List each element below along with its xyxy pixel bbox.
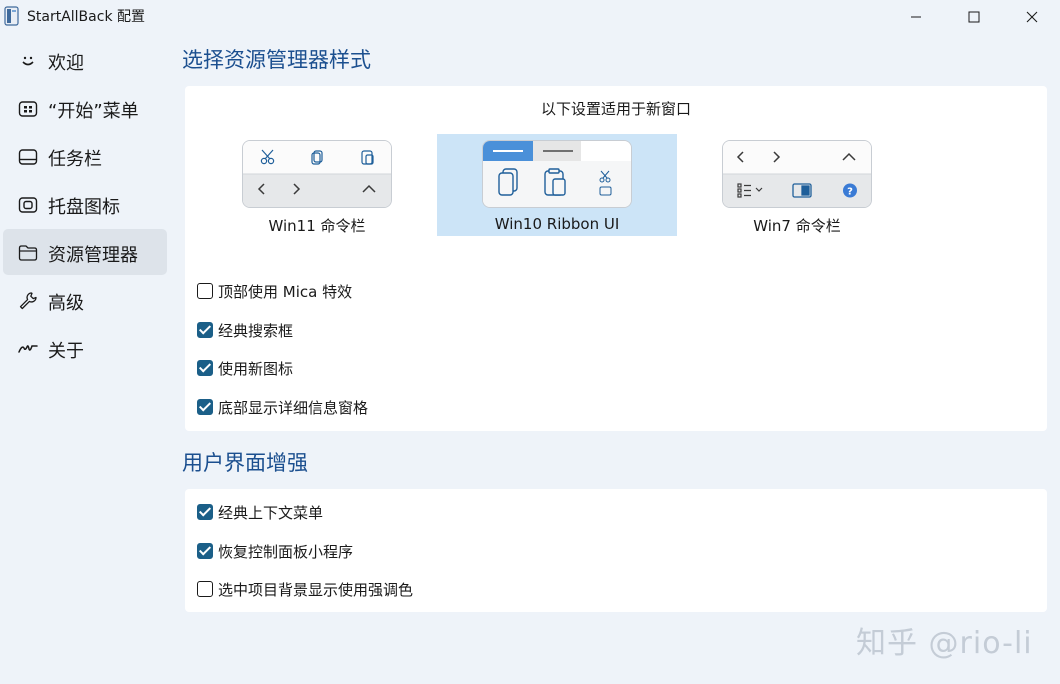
section-title-ui-enhance: 用户界面增强 bbox=[182, 451, 308, 475]
sidebar-item-label: 托盘图标 bbox=[48, 197, 120, 218]
sidebar-item-label: 资源管理器 bbox=[48, 245, 138, 266]
style-option-label: Win10 Ribbon UI bbox=[494, 215, 620, 233]
checkbox[interactable] bbox=[197, 283, 213, 299]
win11-preview bbox=[242, 140, 392, 208]
checkbox-label: 使用新图标 bbox=[218, 359, 294, 378]
win11-preview-graphic bbox=[243, 141, 391, 207]
folder-icon bbox=[18, 245, 38, 261]
window-title: StartAllBack 配置 bbox=[27, 9, 145, 25]
signature-icon bbox=[18, 345, 38, 353]
checkbox-label: 底部显示详细信息窗格 bbox=[218, 398, 369, 417]
start-menu-icon bbox=[18, 101, 38, 117]
sidebar-item-label: 任务栏 bbox=[48, 149, 102, 170]
sidebar-item-label: 高级 bbox=[48, 293, 84, 314]
minimize-button[interactable] bbox=[887, 0, 945, 34]
section-title-explorer-style: 选择资源管理器样式 bbox=[182, 48, 371, 72]
checkbox-classic-context-menu[interactable]: 经典上下文菜单 bbox=[197, 500, 323, 524]
svg-text:?: ? bbox=[847, 187, 853, 198]
taskbar-icon bbox=[18, 149, 38, 165]
panel-caption: 以下设置适用于新窗口 bbox=[540, 100, 691, 118]
style-option-win7[interactable]: ? Win7 命令栏 bbox=[677, 134, 917, 236]
style-option-win11[interactable]: Win11 命令栏 bbox=[197, 134, 437, 236]
checkbox[interactable] bbox=[197, 322, 213, 338]
style-option-label: Win7 命令栏 bbox=[753, 217, 841, 235]
checkbox[interactable] bbox=[197, 504, 213, 520]
checkbox-classic-search[interactable]: 经典搜索框 bbox=[197, 318, 293, 342]
win7-preview: ? bbox=[722, 140, 872, 208]
sidebar-item-tray[interactable]: 托盘图标 bbox=[3, 181, 167, 227]
checkbox-accent-selection[interactable]: 选中项目背景显示使用强调色 bbox=[197, 577, 413, 601]
checkbox-control-panel-applets[interactable]: 恢复控制面板小程序 bbox=[197, 539, 353, 563]
sidebar-item-start-menu[interactable]: “开始”菜单 bbox=[3, 85, 167, 131]
sidebar-item-label: 关于 bbox=[48, 341, 84, 362]
explorer-style-panel: 以下设置适用于新窗口 Win11 命令栏 Win10 Ribbon UI ? W… bbox=[185, 86, 1047, 431]
sidebar-item-welcome[interactable]: 欢迎 bbox=[3, 37, 167, 83]
maximize-icon bbox=[968, 11, 980, 23]
sidebar-item-taskbar[interactable]: 任务栏 bbox=[3, 133, 167, 179]
close-button[interactable] bbox=[1003, 0, 1060, 34]
sidebar-item-advanced[interactable]: 高级 bbox=[3, 277, 167, 323]
checkbox-mica[interactable]: 顶部使用 Mica 特效 bbox=[197, 279, 352, 303]
checkbox-label: 经典上下文菜单 bbox=[218, 503, 324, 522]
checkbox-label: 恢复控制面板小程序 bbox=[218, 542, 354, 561]
checkbox[interactable] bbox=[197, 581, 213, 597]
win7-preview-graphic: ? bbox=[723, 141, 871, 207]
checkbox-label: 选中项目背景显示使用强调色 bbox=[218, 580, 414, 599]
checkbox-label: 顶部使用 Mica 特效 bbox=[218, 282, 353, 301]
close-icon bbox=[1026, 11, 1038, 23]
style-option-win10[interactable]: Win10 Ribbon UI bbox=[437, 134, 677, 236]
win10-preview-graphic bbox=[483, 141, 631, 207]
title-bar: StartAllBack 配置 bbox=[0, 0, 1060, 34]
checkbox-details-pane[interactable]: 底部显示详细信息窗格 bbox=[197, 395, 368, 419]
checkbox[interactable] bbox=[197, 543, 213, 559]
win10-preview bbox=[482, 140, 632, 208]
app-icon bbox=[4, 6, 19, 26]
watermark: 知乎 @rio-li bbox=[856, 626, 1033, 661]
sidebar-item-label: 欢迎 bbox=[48, 53, 84, 74]
maximize-button[interactable] bbox=[945, 0, 1003, 34]
checkbox[interactable] bbox=[197, 399, 213, 415]
sidebar-item-label: “开始”菜单 bbox=[48, 101, 139, 122]
sidebar-item-explorer[interactable]: 资源管理器 bbox=[3, 229, 167, 275]
checkbox-new-icons[interactable]: 使用新图标 bbox=[197, 356, 293, 380]
smile-icon bbox=[22, 56, 34, 66]
checkbox-label: 经典搜索框 bbox=[218, 321, 294, 340]
style-option-label: Win11 命令栏 bbox=[268, 217, 366, 235]
sidebar-item-about[interactable]: 关于 bbox=[3, 325, 167, 371]
ui-enhance-panel: 经典上下文菜单 恢复控制面板小程序 选中项目背景显示使用强调色 bbox=[185, 489, 1047, 612]
sidebar-nav: 欢迎 “开始”菜单 任务栏 托盘图标 资源管理器 高级 关于 bbox=[3, 37, 167, 373]
wrench-icon bbox=[19, 292, 37, 310]
tray-icon bbox=[18, 197, 38, 213]
minimize-icon bbox=[911, 16, 921, 18]
checkbox[interactable] bbox=[197, 360, 213, 376]
copy-icon bbox=[498, 168, 518, 196]
